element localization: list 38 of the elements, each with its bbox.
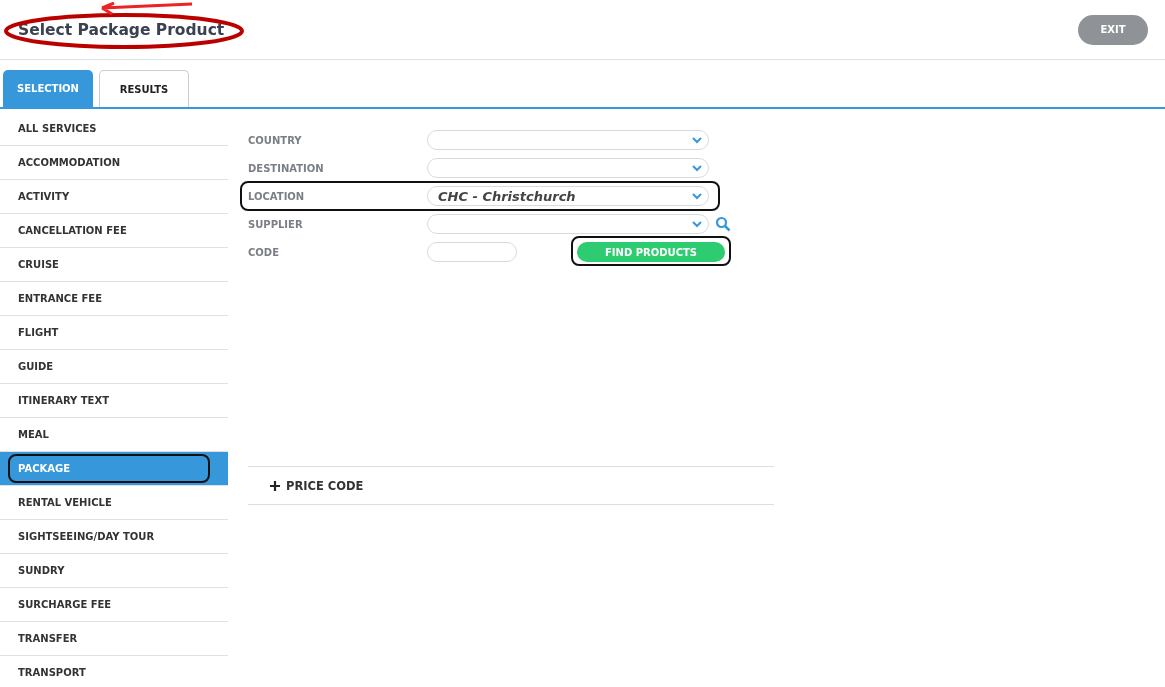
page-title: Select Package Product [18, 20, 225, 39]
sidebar-item-label: ALL SERVICES [18, 123, 97, 134]
plus-icon [270, 480, 280, 491]
field-label: LOCATION [248, 190, 306, 202]
search-icon[interactable] [715, 216, 731, 232]
sidebar-item-label: PACKAGE [18, 463, 71, 474]
field-label: CODE [248, 246, 280, 258]
field-label: DESTINATION [248, 162, 325, 174]
sidebar-item-label: SURCHARGE FEE [18, 599, 112, 610]
sidebar-item-label: SUNDRY [18, 565, 65, 576]
sidebar-item-label: CRUISE [18, 259, 59, 270]
sidebar-item-label: GUIDE [18, 361, 54, 372]
sidebar-item-label: ACCOMMODATION [18, 157, 120, 168]
price-code-label: PRICE CODE [286, 478, 364, 493]
sidebar-item-label: SIGHTSEEING/DAY TOUR [18, 531, 155, 542]
sidebar-item-label: FLIGHT [18, 327, 59, 338]
sidebar-item-label: ACTIVITY [18, 191, 70, 202]
field-label: SUPPLIER [248, 218, 304, 230]
field-label: COUNTRY [248, 134, 303, 146]
sidebar-item-label: CANCELLATION FEE [18, 225, 127, 236]
price-code-section[interactable]: PRICE CODE [248, 466, 774, 505]
sidebar-item-label: TRANSPORT [18, 667, 86, 678]
sidebar-item-label: MEAL [18, 429, 49, 440]
sidebar-item-label: RENTAL VEHICLE [18, 497, 112, 508]
dropdown-field[interactable]: CHC - Christchurch [427, 186, 709, 206]
sidebar-item-label: TRANSFER [18, 633, 78, 644]
chevron-down-icon [692, 164, 702, 172]
chevron-down-icon [692, 220, 702, 228]
dropdown-field[interactable] [427, 214, 709, 234]
input-field[interactable] [427, 242, 517, 262]
chevron-down-icon [692, 192, 702, 200]
dropdown-field[interactable] [427, 130, 709, 150]
sidebar-item-label: ITINERARY TEXT [18, 395, 109, 406]
dropdown-field[interactable] [427, 158, 709, 178]
chevron-down-icon [692, 136, 702, 144]
sidebar-item-label: ENTRANCE FEE [18, 293, 102, 304]
tab[interactable]: RESULTS [99, 70, 189, 107]
field-value: CHC - Christchurch [438, 188, 576, 204]
